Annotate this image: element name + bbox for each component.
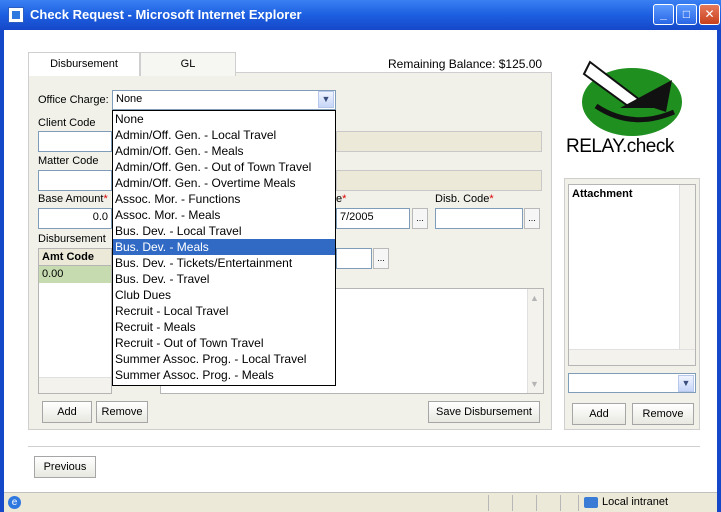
disb-code-label: Disb. Code* — [435, 193, 494, 205]
dropdown-option[interactable]: Summer Assoc. Prog. - Local Travel — [113, 351, 335, 367]
dropdown-option[interactable]: Recruit - Meals — [113, 319, 335, 335]
remove-disbursement-button[interactable]: Remove — [96, 401, 148, 423]
payee-lookup-button[interactable]: ... — [373, 248, 389, 269]
remove-attachment-button[interactable]: Remove — [632, 403, 694, 425]
add-disbursement-button[interactable]: Add — [42, 401, 92, 423]
tab-gl[interactable]: GL — [140, 52, 236, 76]
grid-header-amt-code: Amt Code — [39, 249, 111, 266]
dropdown-option[interactable]: Recruit - Out of Town Travel — [113, 335, 335, 351]
attachment-chevron-down-icon[interactable]: ▼ — [678, 375, 694, 392]
ie-page-icon — [8, 7, 24, 23]
base-amount-input[interactable]: 0.0 — [38, 208, 112, 229]
scroll-up-icon[interactable]: ▲ — [530, 293, 539, 303]
matter-code-label: Matter Code — [38, 155, 99, 167]
status-divider — [488, 495, 489, 511]
intranet-icon — [584, 497, 598, 508]
date-label: e* — [336, 193, 347, 205]
dropdown-option[interactable]: Admin/Off. Gen. - Out of Town Travel — [113, 159, 335, 175]
disb-code-lookup-button[interactable]: ... — [524, 208, 540, 229]
attachment-list[interactable]: Attachment — [568, 184, 696, 366]
dropdown-option[interactable]: Bus. Dev. - Tickets/Entertainment — [113, 255, 335, 271]
office-charge-value: None — [116, 93, 143, 105]
date-picker-button[interactable]: ... — [412, 208, 428, 229]
base-amount-value: 0.0 — [92, 211, 108, 223]
dropdown-option[interactable]: Admin/Off. Gen. - Overtime Meals — [113, 175, 335, 191]
chevron-down-icon[interactable]: ▼ — [318, 91, 334, 108]
dropdown-option[interactable]: Admin/Off. Gen. - Meals — [113, 143, 335, 159]
matter-name-field — [336, 170, 542, 191]
remaining-balance: Remaining Balance: $125.00 — [388, 57, 543, 71]
client-code-input[interactable] — [38, 131, 112, 152]
window-title: Check Request - Microsoft Internet Explo… — [30, 7, 302, 22]
dropdown-option[interactable]: Bus. Dev. - Local Travel — [113, 223, 335, 239]
status-divider — [578, 495, 579, 511]
dropdown-option[interactable]: Bus. Dev. - Travel — [113, 271, 335, 287]
dropdown-option[interactable]: Summer Assoc. Prog. - Meals — [113, 367, 335, 383]
dropdown-option[interactable]: Recruit - Local Travel — [113, 303, 335, 319]
disbursements-label: Disbursement — [38, 233, 106, 245]
attachment-vertical-scrollbar[interactable] — [679, 185, 695, 349]
ie-status-icon: e — [8, 496, 21, 509]
add-attachment-button[interactable]: Add — [572, 403, 626, 425]
zone-label: Local intranet — [602, 496, 669, 508]
dropdown-option[interactable]: None — [113, 111, 335, 127]
status-bar: e Local intranet — [4, 492, 717, 512]
grid-horizontal-scrollbar[interactable] — [39, 377, 111, 393]
relay-logo-text: RELAY.check — [566, 136, 674, 157]
window-frame-right — [717, 30, 721, 512]
date-input[interactable]: 7/2005 — [336, 208, 410, 229]
tab-disbursement[interactable]: Disbursement — [28, 52, 140, 76]
payee-input[interactable] — [336, 248, 372, 269]
dropdown-option[interactable]: Admin/Off. Gen. - Local Travel — [113, 127, 335, 143]
status-divider — [560, 495, 561, 511]
dropdown-option[interactable]: Bus. Dev. - Meals — [113, 239, 335, 255]
previous-button[interactable]: Previous — [34, 456, 96, 478]
client-code-label: Client Code — [38, 117, 96, 129]
table-row[interactable]: 0.00 — [39, 266, 111, 283]
close-button[interactable]: ✕ — [699, 4, 720, 25]
relay-logo-icon — [582, 60, 682, 136]
minimize-button[interactable]: _ — [653, 4, 674, 25]
disbursements-grid: Amt Code 0.00 — [38, 248, 112, 394]
attachment-header: Attachment — [572, 188, 633, 200]
memo-vertical-scrollbar[interactable] — [527, 289, 543, 393]
disb-code-input[interactable] — [435, 208, 523, 229]
client-name-field — [336, 131, 542, 152]
dropdown-option[interactable]: Club Dues — [113, 287, 335, 303]
scroll-down-icon[interactable]: ▼ — [530, 379, 539, 389]
dropdown-option[interactable]: Assoc. Mor. - Meals — [113, 207, 335, 223]
base-amount-label: Base Amount* — [38, 193, 108, 205]
title-bar: Check Request - Microsoft Internet Explo… — [0, 0, 721, 30]
office-charge-label: Office Charge: — [38, 94, 109, 106]
save-disbursement-button[interactable]: Save Disbursement — [428, 401, 540, 423]
office-charge-select[interactable]: None — [112, 90, 336, 110]
matter-code-input[interactable] — [38, 170, 112, 191]
status-divider — [512, 495, 513, 511]
grid-cell-amount: 0.00 — [42, 268, 64, 280]
status-divider — [536, 495, 537, 511]
footer-divider — [28, 446, 700, 447]
attachment-select[interactable] — [568, 373, 696, 393]
dropdown-option[interactable]: Assoc. Mor. - Functions — [113, 191, 335, 207]
maximize-button[interactable]: □ — [676, 4, 697, 25]
date-value: 7/2005 — [340, 211, 374, 223]
office-charge-dropdown-list[interactable]: None Admin/Off. Gen. - Local Travel Admin/… — [112, 110, 336, 386]
attachment-horizontal-scrollbar[interactable] — [569, 349, 695, 365]
relay-logo — [562, 50, 702, 150]
